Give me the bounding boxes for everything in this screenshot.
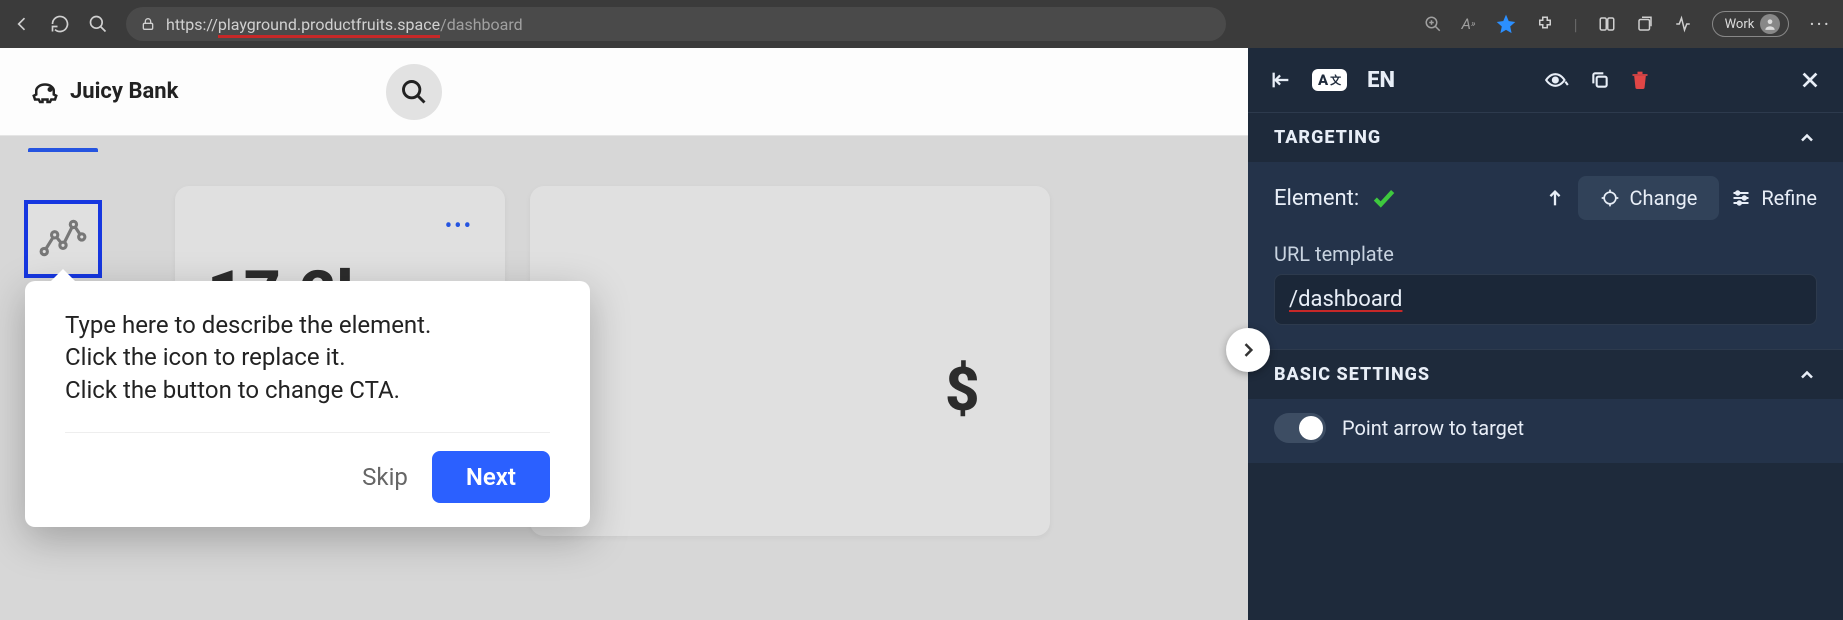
avatar-icon <box>1760 14 1780 34</box>
url-template-label: URL template <box>1274 242 1817 266</box>
popover-divider <box>65 432 550 433</box>
navigate-up-icon[interactable] <box>1544 187 1566 209</box>
editor-toolbar: A文 EN <box>1248 48 1843 112</box>
next-button[interactable]: Next <box>432 451 550 503</box>
profile-label: Work <box>1725 17 1755 32</box>
duplicate-icon[interactable] <box>1590 70 1610 90</box>
element-row: Element: Change Refine <box>1274 176 1817 220</box>
read-aloud-icon[interactable]: A» <box>1462 15 1476 33</box>
extensions-icon[interactable] <box>1536 15 1554 33</box>
popover-line1: Type here to describe the element. <box>65 309 550 341</box>
point-arrow-row: Point arrow to target <box>1248 399 1843 463</box>
language-label: EN <box>1367 68 1395 93</box>
sliders-icon <box>1731 188 1751 208</box>
basic-section-header[interactable]: BASIC SETTINGS <box>1248 349 1843 399</box>
target-icon <box>1600 188 1620 208</box>
element-label: Element: <box>1274 186 1359 211</box>
collections-icon[interactable] <box>1636 15 1654 33</box>
refine-button[interactable]: Refine <box>1731 186 1817 210</box>
zoom-icon[interactable] <box>1424 15 1442 33</box>
targeting-title: TARGETING <box>1274 127 1381 148</box>
favorite-star-icon[interactable] <box>1496 14 1516 34</box>
search-icon[interactable] <box>88 14 108 34</box>
brand: Juicy Bank <box>30 77 178 107</box>
skip-button[interactable]: Skip <box>362 463 408 491</box>
browser-right-toolbar: A» | Work ··· <box>1424 11 1831 37</box>
change-button[interactable]: Change <box>1578 176 1720 220</box>
chevron-up-icon <box>1797 128 1817 148</box>
piggy-bank-icon <box>30 77 60 107</box>
back-icon[interactable] <box>12 14 32 34</box>
targeting-section-header[interactable]: TARGETING <box>1248 112 1843 162</box>
lock-icon <box>140 16 156 32</box>
targeting-section-body: Element: Change Refine URL template <box>1248 162 1843 349</box>
dollar-sign: $ <box>945 354 980 425</box>
profile-pill[interactable]: Work <box>1712 11 1790 37</box>
point-arrow-label: Point arrow to target <box>1342 416 1524 440</box>
divider: | <box>1574 15 1578 34</box>
basic-title: BASIC SETTINGS <box>1274 364 1430 385</box>
translate-badge-icon[interactable]: A文 <box>1312 69 1347 91</box>
refresh-icon[interactable] <box>50 14 70 34</box>
checkmark-icon <box>1371 185 1397 211</box>
popover-line2: Click the icon to replace it. <box>65 341 550 373</box>
url-scheme: https:// <box>166 15 218 34</box>
preview-icon[interactable] <box>1544 70 1570 90</box>
active-tab-indicator <box>28 148 98 152</box>
delete-icon[interactable] <box>1630 69 1650 91</box>
browser-chrome: https://playground.productfruits.space/d… <box>0 0 1843 48</box>
popover-line3: Click the button to change CTA. <box>65 374 550 406</box>
collapse-left-icon[interactable] <box>1270 69 1292 91</box>
onboarding-popover: Type here to describe the element. Click… <box>25 281 590 527</box>
refine-label: Refine <box>1761 186 1817 210</box>
performance-icon[interactable] <box>1674 15 1692 33</box>
chevron-up-icon <box>1797 365 1817 385</box>
search-button[interactable] <box>386 64 442 120</box>
editor-panel: A文 EN TARGETING Element: <box>1248 48 1843 620</box>
split-screen-icon[interactable] <box>1598 15 1616 33</box>
point-arrow-toggle[interactable] <box>1274 413 1326 443</box>
more-icon[interactable]: ··· <box>1809 12 1831 36</box>
card-menu-icon[interactable]: ••• <box>207 214 473 239</box>
url-text: https://playground.productfruits.space/d… <box>166 15 523 34</box>
change-label: Change <box>1630 186 1698 210</box>
url-bar[interactable]: https://playground.productfruits.space/d… <box>126 7 1226 41</box>
url-host: playground.productfruits.space <box>218 15 440 38</box>
brand-name: Juicy Bank <box>70 79 178 104</box>
popover-actions: Skip Next <box>65 451 550 503</box>
close-icon[interactable] <box>1799 69 1821 91</box>
url-template-input[interactable] <box>1274 274 1817 325</box>
url-path: /dashboard <box>440 15 523 34</box>
panel-collapse-button[interactable] <box>1226 328 1270 372</box>
chart-icon-tile[interactable] <box>24 200 102 278</box>
